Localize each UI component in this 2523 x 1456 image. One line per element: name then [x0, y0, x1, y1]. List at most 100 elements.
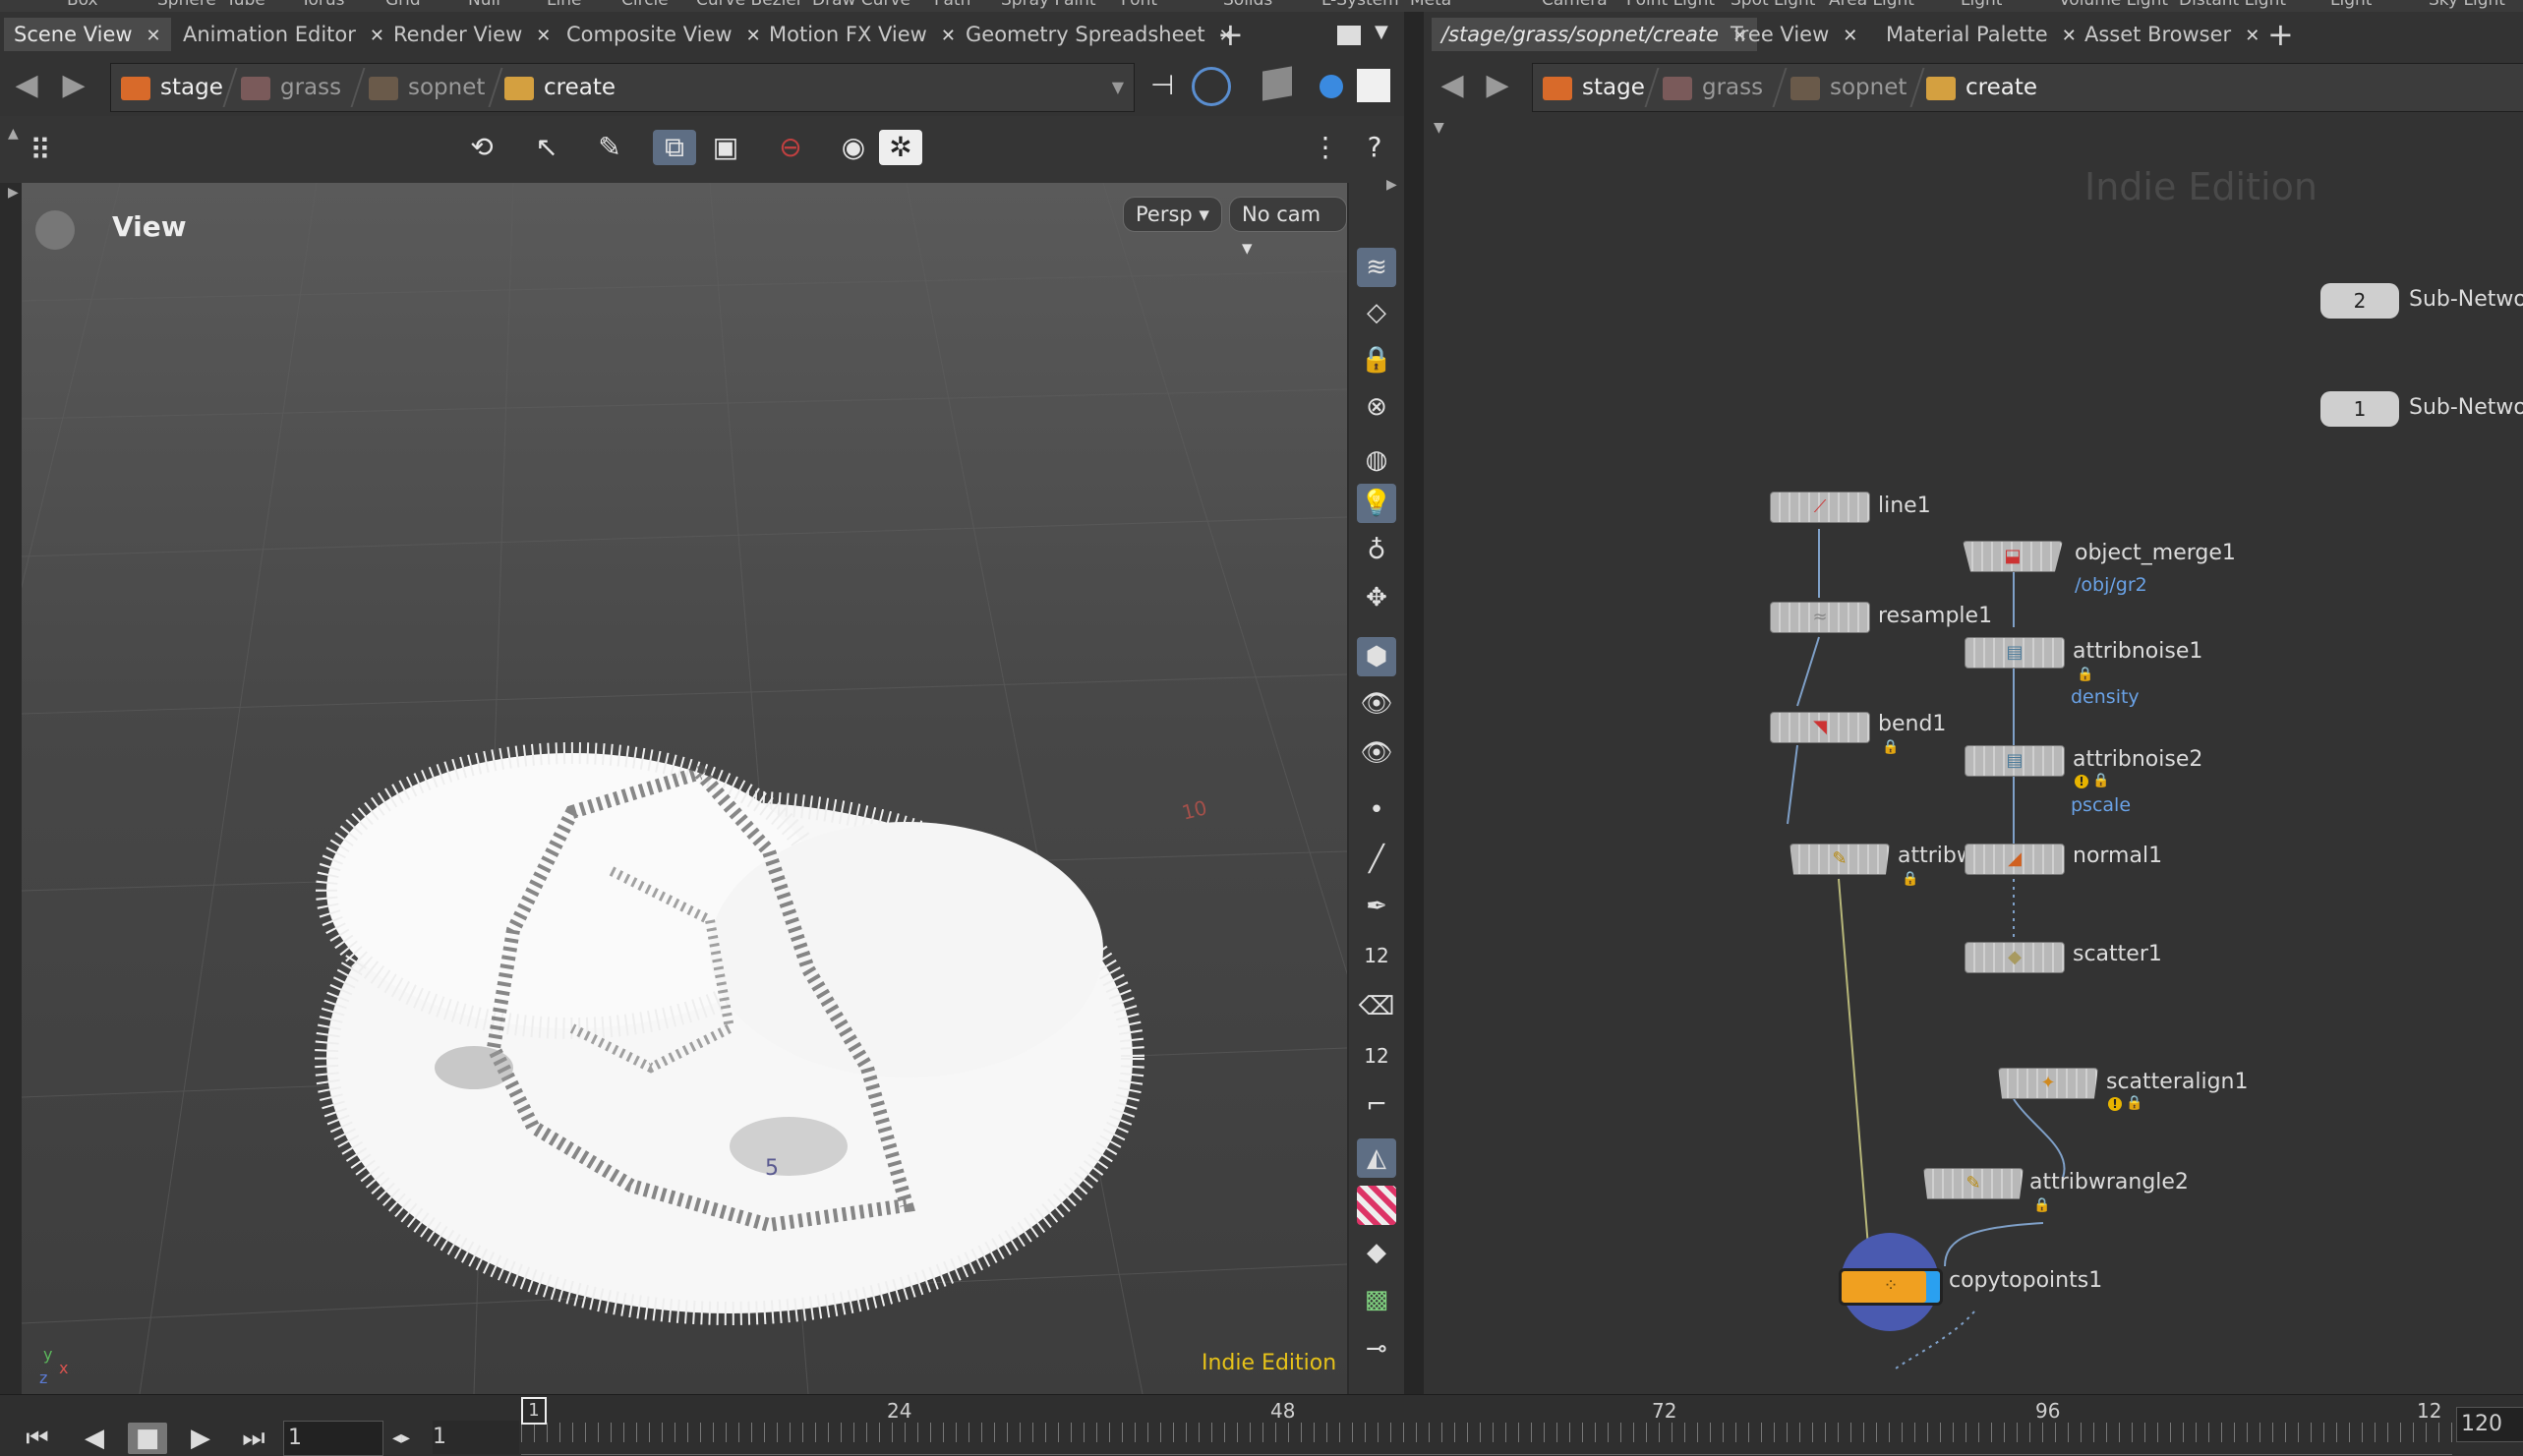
settings-gear-icon[interactable]: ✲: [879, 130, 922, 165]
crumb-grass[interactable]: grass: [241, 64, 341, 111]
playhead[interactable]: 1: [521, 1397, 547, 1425]
back-arrow-icon[interactable]: ◀: [10, 69, 43, 102]
bounding-box-icon[interactable]: ▩: [1357, 1280, 1396, 1319]
subnet-node[interactable]: 2: [2320, 283, 2399, 319]
node-copytopoints1[interactable]: ⁘: [1839, 1268, 1943, 1306]
ghost-icon[interactable]: ◇: [1357, 293, 1396, 332]
viewport-3d[interactable]: View Persp ▾ No cam ▾ 10 5 Indie Edition…: [22, 183, 1347, 1394]
tab-animation-editor[interactable]: Animation Editor ✕: [173, 18, 394, 51]
close-icon[interactable]: ✕: [536, 26, 551, 46]
tab-material-palette[interactable]: Material Palette ✕: [1876, 18, 2086, 51]
forward-arrow-icon[interactable]: ▶: [1481, 69, 1514, 102]
network-editor[interactable]: ▼ Indie Edition 2 Sub-Networ 1 Sub-Netwo…: [1424, 116, 2523, 1394]
shelf-line[interactable]: Line: [547, 0, 581, 10]
point-icon[interactable]: •: [1357, 790, 1396, 830]
snapshot-tool-icon[interactable]: ⧉: [653, 130, 696, 165]
uv-checker-icon[interactable]: [1357, 1186, 1396, 1225]
node-object-merge1[interactable]: ⬓: [1963, 541, 2063, 572]
crumb-create[interactable]: create: [1926, 64, 2037, 111]
collapse-side-icon[interactable]: ▶: [8, 185, 19, 201]
stop-button[interactable]: ■: [128, 1423, 167, 1454]
display-options-icon[interactable]: ⋮: [1306, 130, 1345, 165]
node-resample1[interactable]: ≈: [1770, 602, 1870, 633]
forward-arrow-icon[interactable]: ▶: [57, 69, 90, 102]
shelf-solids[interactable]: Solids: [1223, 0, 1272, 10]
shelf-curve-bezier[interactable]: Curve Bezier: [696, 0, 803, 10]
select-tool-icon[interactable]: ↖: [525, 130, 568, 165]
pen-icon[interactable]: ✒: [1357, 887, 1396, 926]
close-icon[interactable]: ✕: [2245, 26, 2259, 46]
camera-menu[interactable]: No cam ▾: [1229, 197, 1347, 260]
cube-icon[interactable]: [1262, 66, 1292, 101]
diamond-icon[interactable]: ◆: [1357, 1233, 1396, 1272]
shelf-light-2[interactable]: Light: [2330, 0, 2372, 10]
crumb-sopnet[interactable]: sopnet: [1790, 64, 1907, 111]
shelf-area-light[interactable]: Area Light: [1829, 0, 1914, 10]
dropper-icon[interactable]: ⊸: [1357, 1329, 1396, 1369]
node-line1[interactable]: ⟋: [1770, 492, 1870, 523]
shelf-spray-paint[interactable]: Spray Paint: [1001, 0, 1096, 10]
crumb-create[interactable]: create: [504, 64, 616, 111]
node-attribwrangle1[interactable]: ✎: [1790, 844, 1890, 875]
backface-icon[interactable]: ◍: [1357, 440, 1396, 480]
light-probe-icon[interactable]: ✥: [1357, 578, 1396, 617]
node-scatteralign1[interactable]: ✦: [1998, 1068, 2098, 1099]
crumb-stage[interactable]: stage: [1543, 64, 1645, 111]
shelf-null[interactable]: Null: [468, 0, 500, 10]
tab-tree-view[interactable]: Tree View ✕: [1721, 18, 1867, 51]
maximize-icon[interactable]: [1337, 26, 1361, 45]
shelf-tube[interactable]: Tube: [226, 0, 265, 10]
tab-scene-view[interactable]: Scene View ✕: [4, 18, 171, 51]
help-icon[interactable]: ?: [1355, 130, 1394, 165]
shelf-distant-light[interactable]: Distant Light: [2179, 0, 2286, 10]
headlight-icon[interactable]: ♁: [1357, 531, 1396, 570]
node-scatter1[interactable]: ◆: [1965, 942, 2065, 973]
shelf-point-light[interactable]: Point Light: [1626, 0, 1715, 10]
node-bend1[interactable]: ◥: [1770, 712, 1870, 743]
stop-icon[interactable]: ⊖: [769, 130, 812, 165]
tab-composite-view[interactable]: Composite View ✕: [557, 18, 771, 51]
node-attribwrangle2[interactable]: ✎: [1923, 1168, 2024, 1199]
shelf-light[interactable]: Light: [1961, 0, 2002, 10]
add-tab-button[interactable]: +: [1217, 18, 1244, 51]
tab-asset-browser[interactable]: Asset Browser ✕: [2075, 18, 2269, 51]
back-arrow-icon[interactable]: ◀: [1436, 69, 1469, 102]
jump-end-icon[interactable]: ⏭: [230, 1423, 277, 1454]
close-circle-icon[interactable]: ⊗: [1357, 387, 1396, 427]
node-normal1[interactable]: ◢: [1965, 844, 2065, 875]
link-icon[interactable]: [1192, 67, 1231, 106]
node-attribnoise2[interactable]: ▤: [1965, 745, 2065, 777]
shelf-sphere[interactable]: Sphere: [157, 0, 216, 10]
end-frame-field[interactable]: 120: [2456, 1407, 2523, 1442]
shelf-lsystem[interactable]: L-System: [1321, 0, 1399, 10]
grid-menu-icon[interactable]: ⠿: [29, 134, 51, 168]
eraser-icon[interactable]: ⌫: [1357, 987, 1396, 1026]
toolbar-collapse-icon[interactable]: ▶: [1386, 177, 1397, 193]
background-swatch-icon[interactable]: [1357, 69, 1390, 102]
crumb-sopnet[interactable]: sopnet: [369, 64, 485, 111]
render-region-icon[interactable]: ▣: [704, 130, 747, 165]
shelf-path[interactable]: Path: [934, 0, 970, 10]
shelf-draw-curve[interactable]: Draw Curve: [812, 0, 910, 10]
play-reverse-icon[interactable]: ◀: [77, 1423, 112, 1454]
pane-divider[interactable]: [1404, 12, 1424, 1455]
time-slider[interactable]: 1: [521, 1397, 2452, 1455]
normals-icon[interactable]: ⌐: [1357, 1085, 1396, 1125]
close-icon[interactable]: ✕: [370, 26, 384, 46]
layers-icon[interactable]: ≋: [1357, 248, 1396, 287]
tab-motion-fx-view[interactable]: Motion FX View ✕: [759, 18, 966, 51]
current-frame-field[interactable]: 1: [283, 1421, 383, 1456]
prim-numbers-icon[interactable]: 12: [1357, 1036, 1396, 1076]
handle-tool-icon[interactable]: ✎: [588, 130, 631, 165]
shelf-circle[interactable]: Circle: [621, 0, 669, 10]
shelf-spot-light[interactable]: Spot Light: [1731, 0, 1815, 10]
collapse-up-icon[interactable]: ▲: [8, 126, 19, 142]
tab-geometry-spreadsheet[interactable]: Geometry Spreadsheet ✕: [956, 18, 1244, 51]
path-dropdown-icon[interactable]: ▼: [1112, 78, 1124, 96]
close-icon[interactable]: ✕: [1843, 26, 1857, 46]
lighting-icon[interactable]: 💡: [1357, 484, 1396, 523]
add-tab-button[interactable]: +: [2267, 18, 2294, 51]
close-icon[interactable]: ✕: [147, 26, 161, 46]
start-frame-field[interactable]: 1: [433, 1421, 519, 1454]
shelf-sky-light[interactable]: Sky Light: [2429, 0, 2505, 10]
